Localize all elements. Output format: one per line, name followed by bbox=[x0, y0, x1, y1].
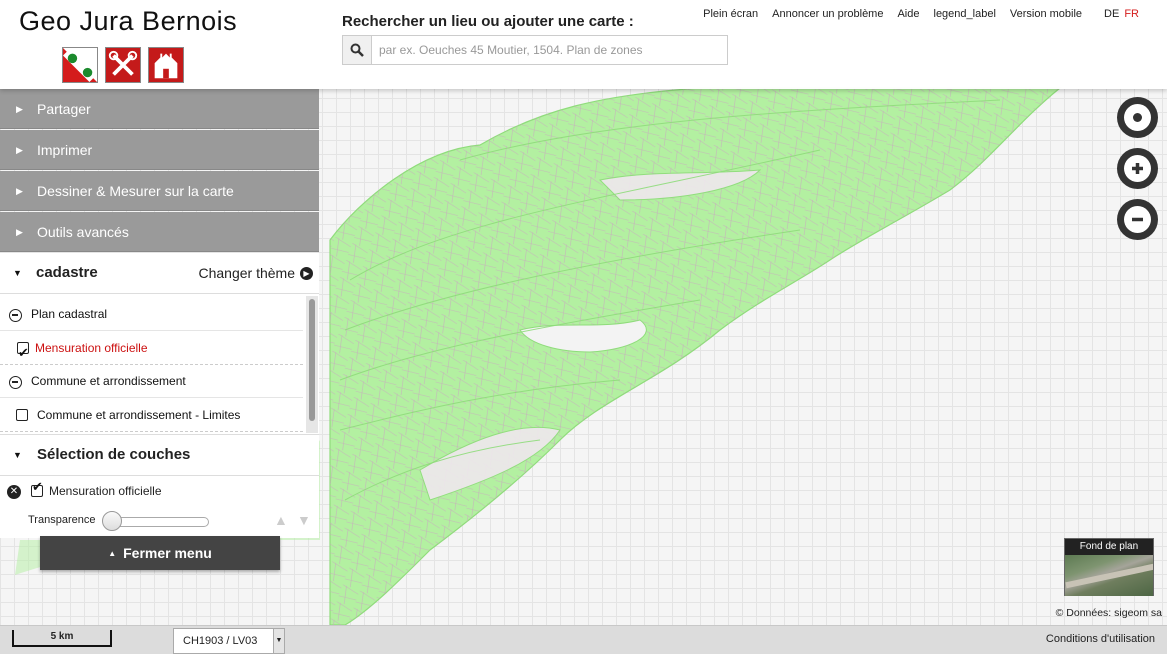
search-label: Rechercher un lieu ou ajouter une carte … bbox=[342, 13, 634, 30]
link-legend[interactable]: legend_label bbox=[934, 8, 996, 20]
site-title: Geo Jura Bernois bbox=[19, 6, 238, 36]
caret-down-icon: ▼ bbox=[13, 450, 22, 460]
basemap-switcher[interactable]: Fond de plan bbox=[1064, 538, 1154, 596]
scrollbar-thumb[interactable] bbox=[309, 299, 315, 421]
accordion-print[interactable]: ▶ Imprimer bbox=[0, 130, 319, 170]
basemap-label: Fond de plan bbox=[1065, 539, 1153, 555]
layer-checkbox[interactable] bbox=[16, 409, 28, 421]
tree-group-label: Commune et arrondissement bbox=[31, 374, 186, 388]
projection-select[interactable]: CH1903 / LV03 ▼ bbox=[173, 628, 285, 654]
scale-bar: 5 km bbox=[12, 630, 112, 647]
geolocate-icon bbox=[1124, 104, 1151, 131]
accordion-share[interactable]: ▶ Partager bbox=[0, 89, 319, 129]
search-icon bbox=[350, 43, 364, 57]
minus-glyph bbox=[1132, 217, 1143, 222]
link-fullscreen[interactable]: Plein écran bbox=[703, 8, 758, 20]
terms-of-use-link[interactable]: Conditions d'utilisation bbox=[1046, 633, 1155, 645]
tree-group-label: Plan cadastral bbox=[31, 307, 108, 321]
selection-header[interactable]: ▼ Sélection de couches bbox=[0, 435, 319, 476]
layer-tree-scrollbar[interactable] bbox=[306, 296, 318, 433]
search-box bbox=[342, 35, 728, 65]
accordion-label: Imprimer bbox=[37, 142, 93, 158]
accordion-label: Dessiner & Mesurer sur la carte bbox=[37, 183, 234, 199]
arrow-down-icon[interactable]: ▼ bbox=[297, 512, 311, 528]
change-theme-label: Changer thème bbox=[198, 265, 295, 281]
projection-value: CH1903 / LV03 bbox=[183, 635, 258, 647]
link-mobile-version[interactable]: Version mobile bbox=[1010, 8, 1082, 20]
sidebar: ▶ Partager ▶ Imprimer ▶ Dessiner & Mesur… bbox=[0, 89, 319, 538]
tree-group-plan-cadastral[interactable]: Plan cadastral bbox=[0, 298, 303, 331]
tree-layer-commune-limites[interactable]: Commune et arrondissement - Limites bbox=[0, 399, 303, 432]
accordion-draw-measure[interactable]: ▶ Dessiner & Mesurer sur la carte bbox=[0, 171, 319, 211]
tree-layer-label: Mensuration officielle bbox=[35, 341, 148, 355]
crest-jura-bernois-icon bbox=[62, 47, 98, 83]
minus-icon bbox=[1124, 206, 1151, 233]
transparency-label: Transparence bbox=[28, 514, 96, 526]
layer-tree: Plan cadastral Mensuration officielle Co… bbox=[0, 294, 319, 435]
accordion-advanced-tools[interactable]: ▶ Outils avancés bbox=[0, 212, 319, 252]
plus-icon bbox=[1124, 155, 1151, 182]
zoom-in-button[interactable] bbox=[1117, 148, 1158, 189]
search-button[interactable] bbox=[343, 36, 372, 64]
accordion-label: Outils avancés bbox=[37, 224, 129, 240]
top-header: Geo Jura Bernois Rechercher un lieu ou a… bbox=[0, 0, 1167, 89]
geolocate-dot bbox=[1133, 113, 1142, 122]
arrow-up-icon[interactable]: ▲ bbox=[274, 512, 288, 528]
theme-header[interactable]: ▼ cadastre Changer thème ▶ bbox=[0, 253, 319, 294]
tree-group-commune[interactable]: Commune et arrondissement bbox=[0, 365, 303, 398]
link-help[interactable]: Aide bbox=[897, 8, 919, 20]
map-attribution: © Données: sigeom sa bbox=[1055, 607, 1162, 619]
footer: 5 km CH1903 / LV03 ▼ Conditions d'utilis… bbox=[0, 625, 1167, 654]
layer-checkbox[interactable] bbox=[17, 336, 29, 369]
chevron-right-circle-icon: ▶ bbox=[300, 266, 313, 280]
tree-layer-mensuration[interactable]: Mensuration officielle bbox=[0, 332, 303, 369]
selected-layers-panel: ✕ Mensuration officielle Transparence ▲ … bbox=[0, 476, 319, 538]
caret-down-icon: ▼ bbox=[13, 268, 22, 278]
link-report-problem[interactable]: Annoncer un problème bbox=[772, 8, 883, 20]
basemap-thumbnail bbox=[1065, 555, 1153, 596]
search-input[interactable] bbox=[373, 36, 727, 64]
crest-church-icon bbox=[148, 47, 184, 83]
collapse-icon[interactable] bbox=[9, 309, 22, 322]
caret-right-icon: ▶ bbox=[16, 227, 23, 237]
zoom-out-button[interactable] bbox=[1117, 199, 1158, 240]
chevron-down-icon: ▼ bbox=[273, 629, 284, 653]
caret-right-icon: ▶ bbox=[16, 104, 23, 114]
close-menu-button[interactable]: ▲ Fermer menu bbox=[40, 536, 280, 570]
change-theme-button[interactable]: Changer thème ▶ bbox=[198, 253, 313, 293]
collapse-icon[interactable] bbox=[9, 376, 22, 389]
top-links: Plein écran Annoncer un problème Aide le… bbox=[689, 8, 1139, 20]
close-menu-label: Fermer menu bbox=[123, 545, 212, 561]
remove-layer-icon[interactable]: ✕ bbox=[7, 485, 21, 499]
lang-de[interactable]: DE bbox=[1104, 8, 1119, 20]
tree-layer-label: Commune et arrondissement - Limites bbox=[37, 408, 241, 422]
geolocate-button[interactable] bbox=[1117, 97, 1158, 138]
caret-right-icon: ▶ bbox=[16, 145, 23, 155]
selection-title: Sélection de couches bbox=[37, 446, 191, 463]
theme-title: cadastre bbox=[36, 264, 98, 281]
accordion-label: Partager bbox=[37, 101, 91, 117]
transparency-slider-handle[interactable] bbox=[102, 511, 122, 531]
lang-fr[interactable]: FR bbox=[1124, 8, 1139, 20]
plus-glyph bbox=[1132, 163, 1143, 174]
caret-right-icon: ▶ bbox=[16, 186, 23, 196]
caret-up-icon: ▲ bbox=[108, 548, 117, 558]
selected-layer-label: Mensuration officielle bbox=[49, 484, 162, 498]
crest-keys-icon bbox=[105, 47, 141, 83]
selected-layer-checkbox[interactable] bbox=[31, 479, 43, 497]
